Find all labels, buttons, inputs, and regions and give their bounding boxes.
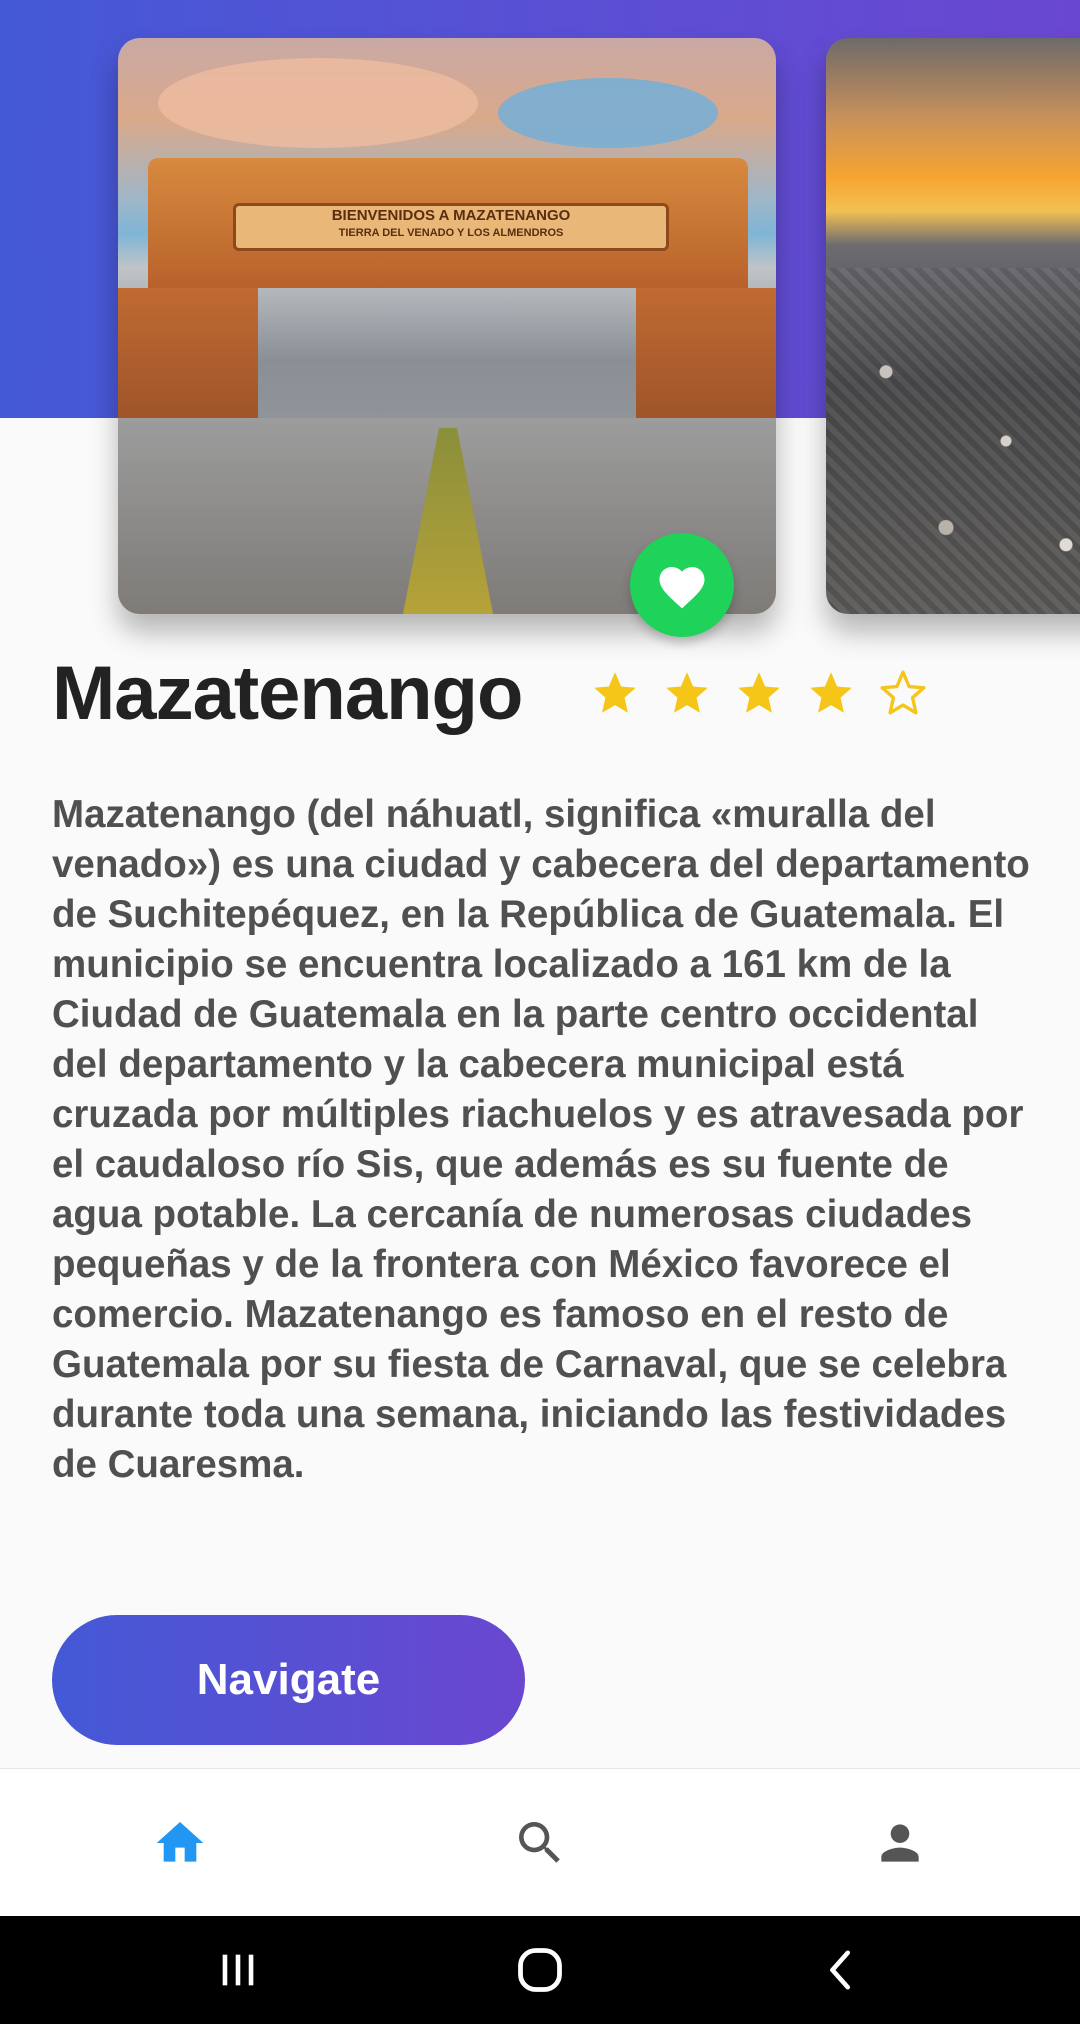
arch-sign: BIENVENIDOS A MAZATENANGO TIERRA DEL VEN… (233, 203, 669, 251)
tab-search[interactable] (510, 1813, 570, 1873)
search-icon (519, 1822, 560, 1863)
recents-icon (222, 1954, 254, 1986)
star-filled-icon (810, 672, 852, 713)
back-button[interactable] (812, 1940, 872, 2000)
place-title: Mazatenango (52, 651, 523, 736)
tab-profile[interactable] (870, 1813, 930, 1873)
person-icon (881, 1824, 919, 1862)
city-arch-photo: BIENVENIDOS A MAZATENANGO TIERRA DEL VEN… (118, 38, 776, 614)
bottom-navigation (0, 1768, 1080, 1917)
place-description: Mazatenango (del náhuatl, significa «mur… (52, 793, 1030, 1486)
system-navigation-bar (0, 1916, 1080, 2024)
city-sunset-photo (826, 38, 1080, 614)
recents-button[interactable] (208, 1940, 268, 2000)
arch-sign-line1: BIENVENIDOS A MAZATENANGO (331, 207, 571, 224)
gallery-card-next[interactable] (826, 38, 1080, 614)
star-outline-icon (880, 670, 926, 715)
favorite-button[interactable] (630, 533, 734, 637)
home-circle-icon (518, 1948, 562, 1992)
navigate-button[interactable]: Navigate (52, 1615, 525, 1745)
star-filled-icon (594, 672, 636, 713)
gallery-card-main[interactable]: BIENVENIDOS A MAZATENANGO TIERRA DEL VEN… (118, 38, 776, 614)
city-rooftops (826, 268, 1080, 614)
heart-icon (659, 567, 705, 609)
arch-sign-line2: TIERRA DEL VENADO Y LOS ALMENDROS (338, 227, 564, 239)
star-rating (590, 668, 928, 718)
back-icon (830, 1950, 851, 1990)
system-home-button[interactable] (510, 1940, 570, 2000)
star-filled-icon (738, 672, 780, 713)
cloud (498, 78, 718, 148)
home-icon (156, 1822, 204, 1862)
tab-home[interactable] (150, 1813, 210, 1873)
cloud (158, 58, 478, 148)
star-filled-icon (666, 672, 708, 713)
